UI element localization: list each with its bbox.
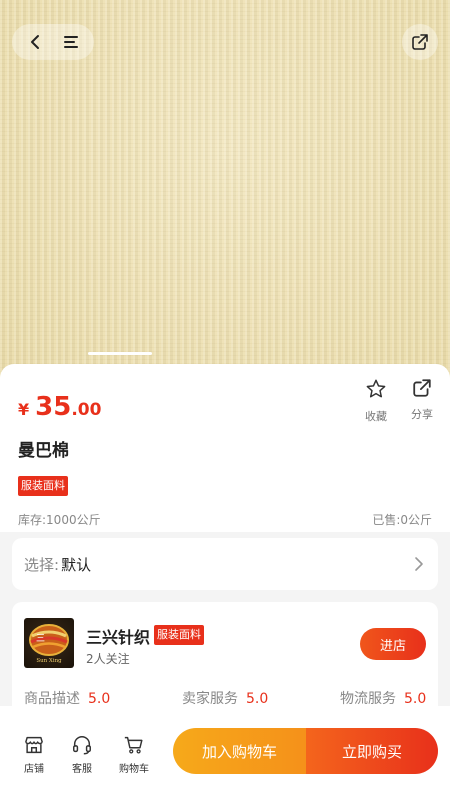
shop-followers: 2人关注 — [86, 652, 130, 666]
spec-select-row[interactable]: 选择: 默认 — [12, 538, 438, 590]
price-symbol: ¥ — [18, 400, 30, 419]
rating-label: 商品描述 — [24, 691, 80, 707]
menu-icon — [63, 36, 78, 48]
share-label: 分享 — [411, 408, 433, 421]
cart-button[interactable]: 购物车 — [114, 734, 154, 775]
share-button-top[interactable] — [402, 24, 438, 60]
share-icon — [412, 34, 428, 50]
rating-service: 卖家服务 5.0 — [182, 688, 268, 708]
chevron-right-icon — [415, 557, 423, 571]
enter-shop-button[interactable]: 进店 — [360, 628, 426, 660]
store-icon — [25, 736, 43, 754]
spec-select-value: 默认 — [61, 555, 92, 574]
cart-icon — [124, 736, 143, 754]
shop-logo[interactable]: 三 Sun Xing — [24, 618, 74, 668]
nav-pill — [12, 24, 94, 60]
back-button[interactable] — [20, 26, 52, 58]
service-label: 客服 — [72, 764, 92, 775]
product-image[interactable] — [0, 0, 450, 380]
rating-description: 商品描述 5.0 — [24, 688, 110, 708]
menu-button[interactable] — [55, 26, 87, 58]
shop-card: 三 Sun Xing 三兴针织 服装面料 2人关注 进店 商品描述 5.0 卖家服… — [12, 602, 438, 722]
cart-label: 购物车 — [119, 764, 149, 775]
shop-name[interactable]: 三兴针织 — [86, 624, 150, 648]
rating-logistics: 物流服务 5.0 — [340, 688, 426, 708]
rating-score: 5.0 — [246, 691, 269, 707]
add-to-cart-button[interactable]: 加入购物车 — [173, 728, 306, 774]
shop-logo-text: Sun Xing — [36, 658, 62, 664]
customer-service-button[interactable]: 客服 — [62, 734, 102, 775]
rating-score: 5.0 — [88, 691, 111, 707]
spec-select-label: 选择: — [24, 555, 60, 574]
bottom-action-bar: 店铺 客服 购物车 加入购物车 立即购买 — [0, 706, 450, 800]
favorite-label: 收藏 — [365, 410, 387, 423]
headset-icon — [73, 736, 91, 755]
buy-now-button[interactable]: 立即购买 — [306, 728, 438, 774]
share-button[interactable]: 分享 — [402, 378, 442, 422]
rating-score: 5.0 — [404, 691, 427, 707]
sold-text: 已售:0公斤 — [372, 513, 432, 527]
shop-logo-graphic: 三 Sun Xing — [29, 624, 69, 664]
rating-label: 物流服务 — [340, 691, 396, 707]
carousel-indicator — [88, 352, 152, 355]
star-icon — [366, 379, 386, 398]
svg-text:三: 三 — [36, 634, 45, 644]
store-label: 店铺 — [24, 764, 44, 775]
rating-label: 卖家服务 — [182, 691, 238, 707]
back-arrow-icon — [30, 35, 39, 49]
product-title: 曼巴棉 — [18, 441, 69, 461]
store-button[interactable]: 店铺 — [14, 734, 54, 775]
shop-category-tag: 服装面料 — [154, 625, 204, 645]
price-integer: 35 — [35, 392, 72, 422]
product-price: ¥ 35 .00 — [18, 392, 101, 422]
stock-text: 库存:1000公斤 — [18, 513, 101, 527]
share-icon — [413, 379, 431, 397]
product-category-tag: 服装面料 — [18, 476, 68, 496]
price-decimal: .00 — [71, 400, 102, 420]
favorite-button[interactable]: 收藏 — [356, 378, 396, 424]
